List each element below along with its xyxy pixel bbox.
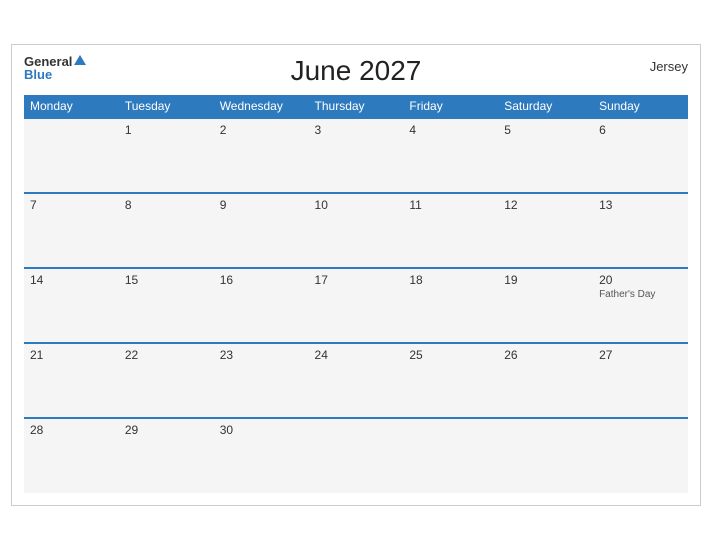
header-cell-saturday: Saturday: [498, 95, 593, 118]
calendar-cell-w4-d6: [593, 418, 688, 493]
logo: General Blue: [24, 55, 86, 81]
day-number: 19: [504, 273, 587, 287]
calendar-cell-w2-d5: 19: [498, 268, 593, 343]
day-event: Father's Day: [599, 289, 682, 300]
day-number: 23: [220, 348, 303, 362]
calendar-body: 1234567891011121314151617181920Father's …: [24, 118, 688, 493]
calendar-cell-w0-d1: 1: [119, 118, 214, 193]
day-number: 16: [220, 273, 303, 287]
calendar-cell-w2-d6: 20 Father's Day: [593, 268, 688, 343]
calendar-cell-w0-d2: 2: [214, 118, 309, 193]
day-number: 27: [599, 348, 682, 362]
calendar-title: June 2027: [291, 55, 422, 87]
day-number: 14: [30, 273, 113, 287]
header-cell-tuesday: Tuesday: [119, 95, 214, 118]
day-number: 15: [125, 273, 208, 287]
day-number: 28: [30, 423, 113, 437]
calendar-cell-w0-d3: 3: [309, 118, 404, 193]
calendar-week-row-1: 789 10 11 12 13: [24, 193, 688, 268]
calendar-cell-w1-d5: 12: [498, 193, 593, 268]
calendar-cell-w2-d0: 14: [24, 268, 119, 343]
day-number: 29: [125, 423, 208, 437]
day-number: 7: [30, 198, 113, 212]
day-number: 8: [125, 198, 208, 212]
calendar-cell-w3-d4: 25: [403, 343, 498, 418]
day-number: 20: [599, 273, 682, 287]
calendar-cell-w0-d6: 6: [593, 118, 688, 193]
calendar-cell-w1-d4: 11: [403, 193, 498, 268]
day-number: 21: [30, 348, 113, 362]
calendar-cell-w3-d5: 26: [498, 343, 593, 418]
calendar-cell-w1-d3: 10: [309, 193, 404, 268]
day-number: 3: [315, 123, 398, 137]
calendar-cell-w3-d3: 24: [309, 343, 404, 418]
day-number: 2: [220, 123, 303, 137]
day-number: 25: [409, 348, 492, 362]
calendar-cell-w3-d1: 22: [119, 343, 214, 418]
calendar-cell-w3-d2: 23: [214, 343, 309, 418]
calendar-week-row-2: 14 15 16 17 18 19 20 Father's Day: [24, 268, 688, 343]
day-number: 13: [599, 198, 682, 212]
header-cell-wednesday: Wednesday: [214, 95, 309, 118]
day-number: 18: [409, 273, 492, 287]
calendar-cell-w1-d6: 13: [593, 193, 688, 268]
header-cell-sunday: Sunday: [593, 95, 688, 118]
day-number: 10: [315, 198, 398, 212]
calendar-region: Jersey: [650, 59, 688, 74]
header-cell-friday: Friday: [403, 95, 498, 118]
calendar-cell-w1-d0: 7: [24, 193, 119, 268]
calendar-cell-w2-d3: 17: [309, 268, 404, 343]
calendar-header: General Blue June 2027 Jersey: [24, 55, 688, 87]
calendar-header-row: MondayTuesdayWednesdayThursdayFridaySatu…: [24, 95, 688, 118]
calendar-cell-w3-d6: 27: [593, 343, 688, 418]
calendar-cell-w4-d2: 30: [214, 418, 309, 493]
logo-triangle-icon: [74, 55, 86, 65]
day-number: 4: [409, 123, 492, 137]
day-number: 5: [504, 123, 587, 137]
calendar-cell-w4-d0: 28: [24, 418, 119, 493]
calendar-cell-w2-d4: 18: [403, 268, 498, 343]
header-cell-monday: Monday: [24, 95, 119, 118]
calendar-week-row-3: 21 22 23 24 25 26 27: [24, 343, 688, 418]
calendar-cell-w0-d5: 5: [498, 118, 593, 193]
calendar-cell-w4-d1: 29: [119, 418, 214, 493]
calendar-cell-w1-d1: 8: [119, 193, 214, 268]
calendar-wrapper: General Blue June 2027 Jersey MondayTues…: [11, 44, 701, 506]
calendar-table: MondayTuesdayWednesdayThursdayFridaySatu…: [24, 95, 688, 493]
logo-blue-text: Blue: [24, 68, 86, 81]
day-number: 12: [504, 198, 587, 212]
calendar-cell-w2-d2: 16: [214, 268, 309, 343]
day-number: 22: [125, 348, 208, 362]
calendar-thead: MondayTuesdayWednesdayThursdayFridaySatu…: [24, 95, 688, 118]
calendar-week-row-4: 28 29 30: [24, 418, 688, 493]
calendar-cell-w3-d0: 21: [24, 343, 119, 418]
calendar-cell-w2-d1: 15: [119, 268, 214, 343]
day-number: 17: [315, 273, 398, 287]
calendar-cell-w4-d5: [498, 418, 593, 493]
calendar-cell-w0-d4: 4: [403, 118, 498, 193]
calendar-cell-w0-d0: [24, 118, 119, 193]
calendar-cell-w4-d4: [403, 418, 498, 493]
header-cell-thursday: Thursday: [309, 95, 404, 118]
day-number: 30: [220, 423, 303, 437]
day-number: 6: [599, 123, 682, 137]
day-number: 11: [409, 198, 492, 212]
day-number: 26: [504, 348, 587, 362]
day-number: 1: [125, 123, 208, 137]
calendar-week-row-0: 123456: [24, 118, 688, 193]
calendar-cell-w4-d3: [309, 418, 404, 493]
day-number: 9: [220, 198, 303, 212]
calendar-cell-w1-d2: 9: [214, 193, 309, 268]
day-number: 24: [315, 348, 398, 362]
